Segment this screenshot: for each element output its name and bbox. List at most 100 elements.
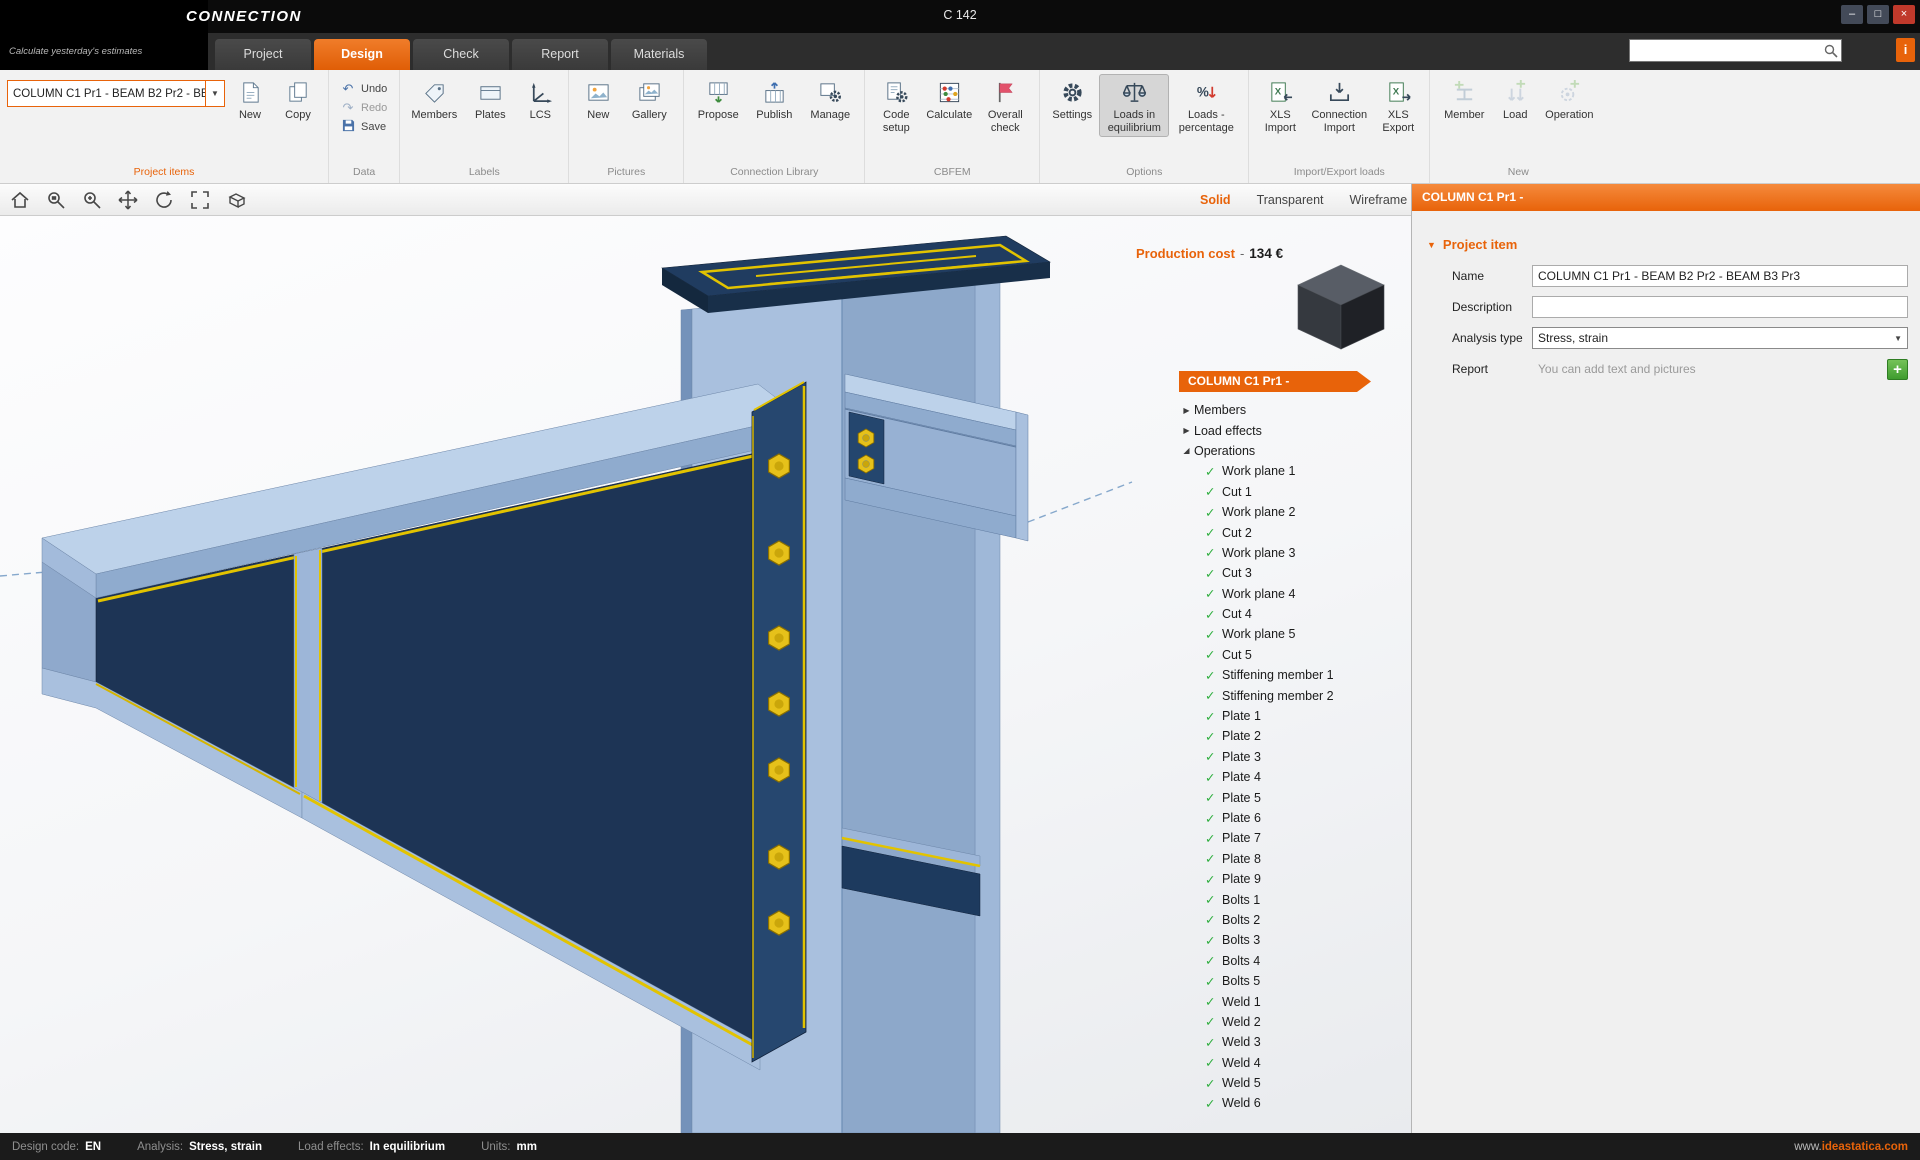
rotate-view-icon[interactable]	[152, 188, 176, 212]
tree-item-plate-7[interactable]: ✓Plate 7	[1179, 828, 1389, 848]
tree-header[interactable]: COLUMN C1 Pr1 -	[1179, 371, 1371, 392]
name-input[interactable]	[1532, 265, 1908, 287]
3d-viewport[interactable]: Production cost-134 € COLUMN C1 Pr1 - ▶M…	[0, 216, 1411, 1133]
tree-item-plate-6[interactable]: ✓Plate 6	[1179, 808, 1389, 828]
search-input[interactable]	[1630, 44, 1821, 58]
zoom-fit-icon[interactable]	[188, 188, 212, 212]
tree-item-stiffening-member-1[interactable]: ✓Stiffening member 1	[1179, 665, 1389, 685]
tree-item-plate-1[interactable]: ✓Plate 1	[1179, 706, 1389, 726]
tree-node-load-effects[interactable]: ▶Load effects	[1179, 420, 1389, 440]
overall-check-button[interactable]: Overall check	[978, 74, 1032, 137]
copy-project-item-button[interactable]: Copy	[275, 74, 321, 125]
manage-button[interactable]: Manage	[803, 74, 857, 125]
tree-item-work-plane-2[interactable]: ✓Work plane 2	[1179, 502, 1389, 522]
labels-plates-button[interactable]: Plates	[463, 74, 517, 125]
new-operation-button[interactable]: Operation	[1539, 74, 1599, 125]
solid-box-icon[interactable]	[224, 188, 248, 212]
pan-icon[interactable]	[116, 188, 140, 212]
tab-check[interactable]: Check	[413, 39, 509, 70]
home-view-icon[interactable]	[8, 188, 32, 212]
tree-item-bolts-1[interactable]: ✓Bolts 1	[1179, 889, 1389, 909]
tree-item-plate-8[interactable]: ✓Plate 8	[1179, 849, 1389, 869]
analysis-type-select[interactable]: Stress, strain ▼	[1532, 327, 1908, 349]
propose-button[interactable]: Propose	[691, 74, 745, 125]
picture-new-button[interactable]: New	[576, 74, 620, 125]
loads-percentage-button[interactable]: % Loads - percentage	[1171, 74, 1241, 137]
tree-item-cut-1[interactable]: ✓Cut 1	[1179, 482, 1389, 502]
tree-item-plate-2[interactable]: ✓Plate 2	[1179, 726, 1389, 746]
tree-expanded-icon[interactable]: ◢	[1179, 446, 1194, 455]
project-item-dropdown[interactable]: COLUMN C1 Pr1 - BEAM B2 Pr2 - BE, ▼	[7, 80, 225, 107]
tree-item-work-plane-5[interactable]: ✓Work plane 5	[1179, 624, 1389, 644]
search-icon[interactable]	[1821, 40, 1841, 61]
tree-item-weld-6[interactable]: ✓Weld 6	[1179, 1093, 1389, 1113]
labels-lcs-button[interactable]: LCS	[519, 74, 561, 125]
tree-item-weld-5[interactable]: ✓Weld 5	[1179, 1073, 1389, 1093]
render-mode-wireframe[interactable]: Wireframe	[1350, 193, 1408, 207]
tree-item-weld-1[interactable]: ✓Weld 1	[1179, 991, 1389, 1011]
new-project-item-button[interactable]: New	[227, 74, 273, 125]
publish-button[interactable]: Publish	[747, 74, 801, 125]
settings-button[interactable]: Settings	[1047, 74, 1097, 125]
chevron-down-icon[interactable]: ▼	[205, 81, 224, 106]
tree-item-cut-2[interactable]: ✓Cut 2	[1179, 522, 1389, 542]
xls-import-icon: X	[1268, 80, 1293, 105]
tab-design[interactable]: Design	[314, 39, 410, 70]
tree-collapsed-icon[interactable]: ▶	[1179, 426, 1194, 435]
tree-item-work-plane-3[interactable]: ✓Work plane 3	[1179, 543, 1389, 563]
xls-import-button[interactable]: X XLS Import	[1256, 74, 1304, 137]
tree-item-plate-9[interactable]: ✓Plate 9	[1179, 869, 1389, 889]
close-button[interactable]: ×	[1893, 5, 1915, 24]
calculate-button[interactable]: Calculate	[922, 74, 976, 125]
tree-item-plate-5[interactable]: ✓Plate 5	[1179, 787, 1389, 807]
left-beam[interactable]	[42, 382, 806, 1070]
tree-item-cut-3[interactable]: ✓Cut 3	[1179, 563, 1389, 583]
tree-item-work-plane-4[interactable]: ✓Work plane 4	[1179, 584, 1389, 604]
group-label-pictures: Pictures	[576, 162, 676, 183]
tree-item-cut-4[interactable]: ✓Cut 4	[1179, 604, 1389, 624]
maximize-button[interactable]: □	[1867, 5, 1889, 24]
save-button[interactable]: Save	[336, 117, 392, 136]
tab-report[interactable]: Report	[512, 39, 608, 70]
info-button[interactable]: i	[1896, 38, 1915, 62]
navigation-cube[interactable]	[1296, 263, 1386, 356]
zoom-icon[interactable]	[80, 188, 104, 212]
undo-button[interactable]: ↶Undo	[336, 79, 392, 98]
tree-item-bolts-3[interactable]: ✓Bolts 3	[1179, 930, 1389, 950]
description-input[interactable]	[1532, 296, 1908, 318]
redo-button[interactable]: ↷Redo	[336, 98, 392, 117]
tree-item-plate-3[interactable]: ✓Plate 3	[1179, 747, 1389, 767]
tree-item-weld-2[interactable]: ✓Weld 2	[1179, 1012, 1389, 1032]
tree-item-bolts-2[interactable]: ✓Bolts 2	[1179, 910, 1389, 930]
minimize-button[interactable]: –	[1841, 5, 1863, 24]
tree-item-weld-4[interactable]: ✓Weld 4	[1179, 1053, 1389, 1073]
connection-import-button[interactable]: Connection Import	[1306, 74, 1372, 137]
zoom-window-icon[interactable]	[44, 188, 68, 212]
xls-export-button[interactable]: X XLS Export	[1374, 74, 1422, 137]
labels-members-button[interactable]: Members	[407, 74, 461, 125]
tree-node-members[interactable]: ▶Members	[1179, 400, 1389, 420]
website-link[interactable]: www.ideastatica.com	[1794, 1141, 1908, 1153]
project-item-section-header[interactable]: ▼ Project item	[1427, 237, 1920, 252]
tree-item-cut-5[interactable]: ✓Cut 5	[1179, 645, 1389, 665]
tab-materials[interactable]: Materials	[611, 39, 707, 70]
new-member-button[interactable]: Member	[1437, 74, 1491, 125]
main-tabs: ProjectDesignCheckReportMaterials	[215, 39, 707, 70]
tree-item-work-plane-1[interactable]: ✓Work plane 1	[1179, 461, 1389, 481]
tree-item-bolts-5[interactable]: ✓Bolts 5	[1179, 971, 1389, 991]
render-mode-transparent[interactable]: Transparent	[1257, 193, 1324, 207]
tree-item-plate-4[interactable]: ✓Plate 4	[1179, 767, 1389, 787]
new-load-button[interactable]: Load	[1493, 74, 1537, 125]
tree-item-bolts-4[interactable]: ✓Bolts 4	[1179, 951, 1389, 971]
tree-node-operations[interactable]: ◢Operations	[1179, 441, 1389, 461]
tree-item-stiffening-member-2[interactable]: ✓Stiffening member 2	[1179, 685, 1389, 705]
report-placeholder[interactable]: You can add text and pictures	[1532, 358, 1881, 380]
render-mode-solid[interactable]: Solid	[1200, 193, 1231, 207]
tab-project[interactable]: Project	[215, 39, 311, 70]
loads-in-equilibrium-toggle[interactable]: Loads in equilibrium	[1099, 74, 1169, 137]
code-setup-button[interactable]: Code setup	[872, 74, 920, 137]
tree-item-weld-3[interactable]: ✓Weld 3	[1179, 1032, 1389, 1052]
add-report-button[interactable]: +	[1887, 359, 1908, 380]
tree-collapsed-icon[interactable]: ▶	[1179, 406, 1194, 415]
picture-gallery-button[interactable]: Gallery	[622, 74, 676, 125]
